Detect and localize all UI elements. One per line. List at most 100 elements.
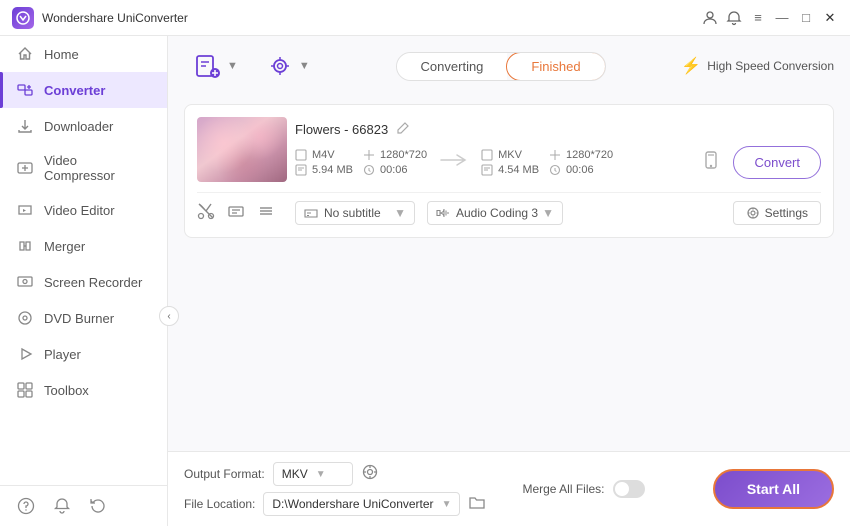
target-duration: 00:06 — [566, 164, 594, 176]
toolbar: ▼ ▼ Converting Finished ⚡ High Speed Con… — [168, 36, 850, 96]
merge-files-toggle[interactable] — [613, 480, 645, 498]
source-size-row: 5.94 MB — [295, 164, 353, 176]
sidebar-item-home[interactable]: Home — [0, 36, 167, 72]
target-size: 4.54 MB — [498, 164, 539, 176]
sidebar-collapse-button[interactable]: ‹ — [159, 306, 179, 326]
file-settings-button[interactable]: Settings — [733, 201, 821, 225]
sidebar-item-screen-recorder[interactable]: Screen Recorder — [0, 264, 167, 300]
more-options-icon[interactable] — [257, 202, 275, 225]
tab-finished[interactable]: Finished — [506, 52, 605, 81]
target-format: MKV — [498, 149, 522, 161]
file-thumbnail — [197, 117, 287, 182]
output-format-label: Output Format: — [184, 467, 265, 481]
target-format-group: MKV 4.54 MB — [481, 149, 539, 176]
sidebar-footer — [0, 485, 167, 526]
bell-icon[interactable] — [52, 496, 72, 516]
output-settings-icon[interactable] — [361, 463, 379, 486]
target-resolution-row: 1280*720 — [549, 149, 613, 161]
user-icon[interactable] — [702, 10, 718, 26]
file-info: Flowers - 66823 — [295, 121, 821, 179]
maximize-icon[interactable]: □ — [798, 10, 814, 26]
window-controls: ≡ — □ ✕ — [702, 10, 838, 26]
target-resolution-group: 1280*720 00:06 — [549, 149, 613, 176]
output-format-select[interactable]: MKV ▼ — [273, 462, 353, 486]
source-duration-row: 00:06 — [363, 164, 427, 176]
target-resolution: 1280*720 — [566, 149, 613, 161]
sidebar-item-toolbox[interactable]: Toolbox — [0, 372, 167, 408]
cut-icon[interactable] — [197, 202, 215, 225]
sidebar-label-video-compressor: Video Compressor — [44, 153, 151, 183]
file-item: Flowers - 66823 — [184, 104, 834, 238]
help-icon[interactable] — [16, 496, 36, 516]
sidebar-item-merger[interactable]: Merger — [0, 228, 167, 264]
file-location-select[interactable]: D:\Wondershare UniConverter ▼ — [263, 492, 460, 516]
file-header: Flowers - 66823 — [197, 117, 821, 182]
convert-button[interactable]: Convert — [733, 146, 821, 179]
file-location-field: File Location: D:\Wondershare UniConvert… — [184, 492, 486, 516]
video-editor-icon — [16, 201, 34, 219]
add-file-button[interactable]: ▼ — [184, 46, 248, 86]
app-title: Wondershare UniConverter — [42, 11, 702, 25]
video-compressor-icon — [16, 159, 34, 177]
menu-icon[interactable]: ≡ — [750, 10, 766, 26]
output-format-value: MKV — [282, 467, 308, 481]
audio-caret: ▼ — [542, 206, 554, 220]
source-resolution-row: 1280*720 — [363, 149, 427, 161]
sidebar-label-toolbox: Toolbox — [44, 383, 89, 398]
folder-icon[interactable] — [468, 493, 486, 516]
sidebar-item-video-compressor[interactable]: Video Compressor — [0, 144, 167, 192]
file-formats: M4V 5.94 MB — [295, 146, 821, 179]
target-format-row: MKV — [481, 149, 539, 161]
format-arrow — [435, 150, 473, 175]
add-file-caret: ▼ — [227, 60, 238, 72]
sidebar-label-video-editor: Video Editor — [44, 203, 115, 218]
subtitle-caret: ▼ — [394, 206, 406, 220]
source-format-row: M4V — [295, 149, 353, 161]
source-resolution-group: 1280*720 00:06 — [363, 149, 427, 176]
sidebar-item-video-editor[interactable]: Video Editor — [0, 192, 167, 228]
file-name-edit-icon[interactable] — [396, 121, 410, 138]
merge-files-label: Merge All Files: — [522, 482, 604, 496]
sidebar-item-dvd-burner[interactable]: DVD Burner — [0, 300, 167, 336]
sidebar: Home Converter Downloader — [0, 36, 168, 526]
toolbox-icon — [16, 381, 34, 399]
home-icon — [16, 45, 34, 63]
sidebar-label-home: Home — [44, 47, 79, 62]
file-list: Flowers - 66823 — [168, 96, 850, 451]
tab-container: Converting Finished — [396, 52, 606, 81]
output-format-field: Output Format: MKV ▼ — [184, 462, 486, 486]
target-size-row: 4.54 MB — [481, 164, 539, 176]
subtitle-value: No subtitle — [324, 206, 381, 220]
target-duration-row: 00:06 — [549, 164, 613, 176]
screen-recorder-icon — [16, 273, 34, 291]
app-body: Home Converter Downloader — [0, 36, 850, 526]
bottom-bar: Output Format: MKV ▼ File Locatio — [168, 451, 850, 526]
main-content: ▼ ▼ Converting Finished ⚡ High Speed Con… — [168, 36, 850, 526]
caption-icon[interactable] — [227, 202, 245, 225]
close-icon[interactable]: ✕ — [822, 10, 838, 26]
refresh-icon[interactable] — [88, 496, 108, 516]
subtitle-select[interactable]: No subtitle ▼ — [295, 201, 415, 225]
settings-caret: ▼ — [299, 60, 310, 72]
speed-label: High Speed Conversion — [707, 59, 834, 73]
sidebar-item-converter[interactable]: Converter — [0, 72, 167, 108]
sidebar-label-converter: Converter — [44, 83, 105, 98]
output-format-caret: ▼ — [316, 469, 326, 480]
minimize-icon[interactable]: — — [774, 10, 790, 26]
file-name-text: Flowers - 66823 — [295, 122, 388, 137]
audio-select[interactable]: Audio Coding 3 ▼ — [427, 201, 563, 225]
tab-converting[interactable]: Converting — [397, 53, 508, 80]
device-icon[interactable] — [697, 148, 725, 176]
settings-button[interactable]: ▼ — [256, 46, 320, 86]
start-all-button[interactable]: Start All — [713, 469, 834, 509]
source-size: 5.94 MB — [312, 164, 353, 176]
notification-icon[interactable] — [726, 10, 742, 26]
dvd-burner-icon — [16, 309, 34, 327]
sidebar-label-player: Player — [44, 347, 81, 362]
sidebar-item-player[interactable]: Player — [0, 336, 167, 372]
sidebar-item-downloader[interactable]: Downloader — [0, 108, 167, 144]
tab-area: Converting Finished — [332, 52, 670, 81]
settings-label: Settings — [765, 206, 808, 220]
file-location-value: D:\Wondershare UniConverter — [272, 497, 433, 511]
sidebar-label-dvd-burner: DVD Burner — [44, 311, 114, 326]
